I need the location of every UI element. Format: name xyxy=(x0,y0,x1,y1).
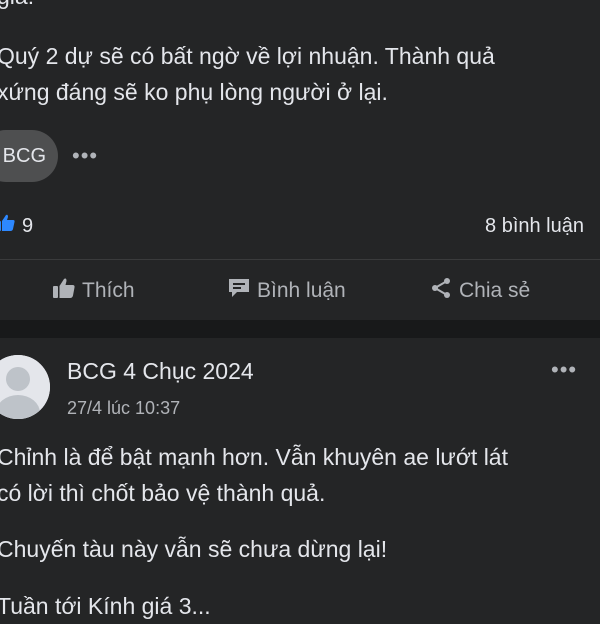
share-button[interactable]: Chia sẻ xyxy=(429,276,530,306)
author-name[interactable]: BCG 4 Chục 2024 xyxy=(67,358,254,385)
share-icon xyxy=(429,276,453,306)
reaction-summary[interactable]: 9 xyxy=(0,213,33,239)
thumbs-up-icon xyxy=(52,277,76,305)
like-label: Thích xyxy=(82,279,135,302)
more-icon[interactable]: ••• xyxy=(551,357,577,383)
post-text-partial-top: giá! xyxy=(0,0,34,14)
comment-label: Bình luận xyxy=(257,279,346,302)
thumbs-up-icon xyxy=(0,213,16,239)
post-timestamp[interactable]: 27/4 lúc 10:37 xyxy=(67,398,180,419)
post-text: Chỉnh là để bật mạnh hơn. Vẫn khuyên ae … xyxy=(0,444,508,506)
divider xyxy=(0,259,600,260)
more-icon[interactable]: ••• xyxy=(72,143,98,169)
share-label: Chia sẻ xyxy=(459,279,531,302)
post-text: Quý 2 dự sẽ có bất ngờ về lợi nhuận. Thà… xyxy=(0,43,495,105)
avatar[interactable] xyxy=(0,355,50,419)
post-text: Chuyến tàu này vẫn sẽ chưa dừng lại! xyxy=(0,536,388,562)
post-text-partial-bottom: Tuần tới Kính giá 3... xyxy=(0,593,211,619)
comment-count-link[interactable]: 8 bình luận xyxy=(485,215,584,238)
tag-chip[interactable]: BCG xyxy=(0,130,58,182)
tag-label: BCG xyxy=(2,144,46,167)
comment-icon xyxy=(227,277,251,305)
like-count: 9 xyxy=(22,214,34,237)
post-separator xyxy=(0,320,600,338)
avatar-placeholder-icon xyxy=(0,355,50,419)
comment-button[interactable]: Bình luận xyxy=(227,276,346,306)
like-button[interactable]: Thích xyxy=(52,276,135,306)
